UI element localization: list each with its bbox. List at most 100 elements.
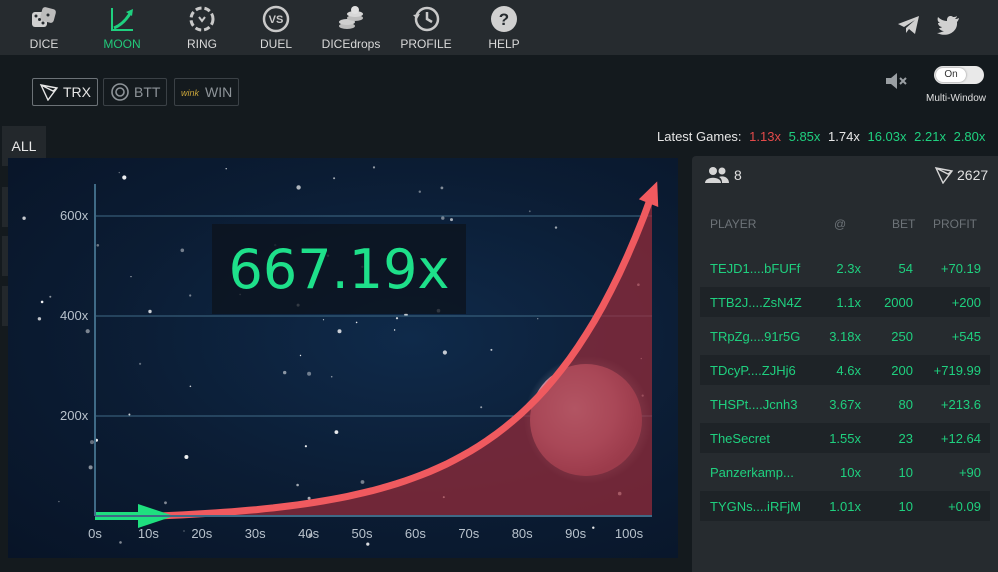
star bbox=[450, 218, 453, 222]
star bbox=[40, 300, 44, 304]
nav-dice[interactable]: DICE bbox=[26, 0, 62, 55]
star bbox=[118, 171, 121, 174]
cell-bet: 250 bbox=[891, 329, 913, 344]
bittorrent-icon bbox=[111, 83, 129, 101]
nav-help[interactable]: ? HELP bbox=[486, 0, 522, 55]
currency-btt-button[interactable]: BTT bbox=[103, 78, 168, 106]
star bbox=[299, 354, 302, 357]
nav-duel[interactable]: VS DUEL bbox=[258, 0, 294, 55]
cell-player: TDcyP....ZJHj6 bbox=[710, 363, 796, 378]
star bbox=[296, 483, 299, 487]
app-root: { "nav": [ {"label": "DICE", "icon": "di… bbox=[0, 0, 998, 572]
star bbox=[128, 413, 131, 416]
star bbox=[418, 190, 421, 193]
coins-icon bbox=[339, 6, 363, 29]
y-tick-label: 200x bbox=[60, 408, 89, 423]
multi-window-toggle[interactable]: On bbox=[934, 66, 984, 84]
table-row: THSPt....Jcnh3 3.67x 80 +213.6 bbox=[700, 389, 990, 419]
star bbox=[528, 210, 531, 213]
mute-icon[interactable] bbox=[884, 70, 908, 92]
star bbox=[119, 541, 122, 544]
top-nav: DICE MOON RING VS DUEL DICEdrops PROFILE… bbox=[0, 0, 998, 55]
latest-game-value: 1.13x bbox=[749, 129, 781, 144]
star bbox=[58, 500, 60, 503]
table-row: TDcyP....ZJHj6 4.6x 200 +719.99 bbox=[700, 355, 990, 385]
table-row: TYGNs....iRFjM 1.01x 10 +0.09 bbox=[700, 491, 990, 521]
table-row: TTB2J....ZsN4Z 1.1x 2000 +200 bbox=[700, 287, 990, 317]
star bbox=[189, 294, 192, 297]
svg-text:?: ? bbox=[499, 10, 509, 29]
toggle-knob: On bbox=[936, 68, 966, 82]
cell-player: Panzerkamp... bbox=[710, 465, 794, 480]
telegram-icon[interactable] bbox=[896, 13, 922, 37]
star bbox=[37, 317, 42, 321]
latest-games-label: Latest Games: bbox=[657, 129, 742, 144]
cell-at: 1.55x bbox=[829, 431, 861, 446]
svg-text:wink: wink bbox=[181, 88, 200, 98]
star bbox=[183, 530, 185, 532]
header-player: PLAYER bbox=[710, 217, 757, 231]
star bbox=[307, 496, 311, 500]
cell-bet: 10 bbox=[898, 465, 913, 480]
bet-pool-value: 2627 bbox=[957, 167, 989, 183]
x-tick-label: 40s bbox=[298, 526, 319, 541]
cell-player: TheSecret bbox=[710, 431, 770, 446]
cell-at: 1.01x bbox=[829, 499, 861, 514]
ring-icon bbox=[189, 6, 215, 32]
player-count: 8 bbox=[704, 166, 742, 184]
star bbox=[330, 375, 333, 378]
star bbox=[189, 385, 192, 388]
star bbox=[88, 465, 93, 470]
dice-icon bbox=[32, 7, 56, 27]
svg-text:VS: VS bbox=[269, 14, 284, 26]
star bbox=[225, 168, 227, 170]
header-at: @ bbox=[834, 217, 847, 231]
star bbox=[283, 370, 287, 375]
latest-games: Latest Games: 1.13x 5.85x 1.74x 16.03x 2… bbox=[657, 129, 985, 144]
y-tick-label: 400x bbox=[60, 308, 89, 323]
twitter-icon[interactable] bbox=[936, 13, 962, 37]
cell-player: TRpZg....91r5G bbox=[710, 329, 801, 344]
star bbox=[440, 186, 444, 190]
users-icon bbox=[705, 167, 729, 183]
star bbox=[490, 348, 493, 351]
versus-icon: VS bbox=[262, 5, 290, 33]
star bbox=[334, 430, 339, 434]
tron-icon bbox=[934, 167, 954, 184]
star bbox=[85, 329, 90, 334]
table-row: TRpZg....91r5G 3.18x 250 +545 bbox=[700, 321, 990, 351]
multiplier-chart: 200x 400x 600x 0s 10s 20s 30s 40s 50s 60s 70s 80s 90… bbox=[22, 166, 659, 546]
star bbox=[322, 319, 325, 321]
star bbox=[360, 480, 365, 484]
star bbox=[554, 226, 558, 229]
nav-ring[interactable]: RING bbox=[184, 0, 220, 55]
cell-profit: +213.6 bbox=[940, 397, 981, 412]
cell-at: 10x bbox=[840, 465, 861, 480]
nav-dicedrops[interactable]: DICEdrops bbox=[320, 0, 382, 55]
cell-profit: +12.64 bbox=[940, 431, 981, 446]
currency-win-button[interactable]: wink WIN bbox=[174, 78, 240, 106]
history-icon bbox=[413, 6, 440, 32]
star bbox=[304, 445, 307, 448]
tron-icon bbox=[39, 84, 59, 101]
bet-pool: 2627 bbox=[934, 166, 988, 184]
table-row: TheSecret 1.55x 23 +12.64 bbox=[700, 423, 990, 453]
currency-trx-button[interactable]: TRX bbox=[32, 78, 98, 106]
cell-bet: 2000 bbox=[884, 295, 913, 310]
star bbox=[393, 329, 396, 331]
star bbox=[122, 175, 127, 180]
star bbox=[395, 317, 399, 320]
cell-profit: +545 bbox=[951, 329, 981, 344]
star bbox=[139, 362, 142, 365]
cell-at: 2.3x bbox=[836, 261, 861, 276]
cell-bet: 10 bbox=[898, 499, 913, 514]
star bbox=[96, 244, 100, 247]
nav-moon[interactable]: MOON bbox=[100, 0, 144, 55]
cell-bet: 80 bbox=[898, 397, 913, 412]
table-row: TEJD1....bFUFf 2.3x 54 +70.19 bbox=[700, 253, 990, 283]
header-profit: PROFIT bbox=[933, 217, 977, 231]
star bbox=[441, 216, 445, 220]
cell-player: TTB2J....ZsN4Z bbox=[710, 295, 802, 310]
nav-profile[interactable]: PROFILE bbox=[398, 0, 454, 55]
header-bet: BET bbox=[892, 217, 916, 231]
